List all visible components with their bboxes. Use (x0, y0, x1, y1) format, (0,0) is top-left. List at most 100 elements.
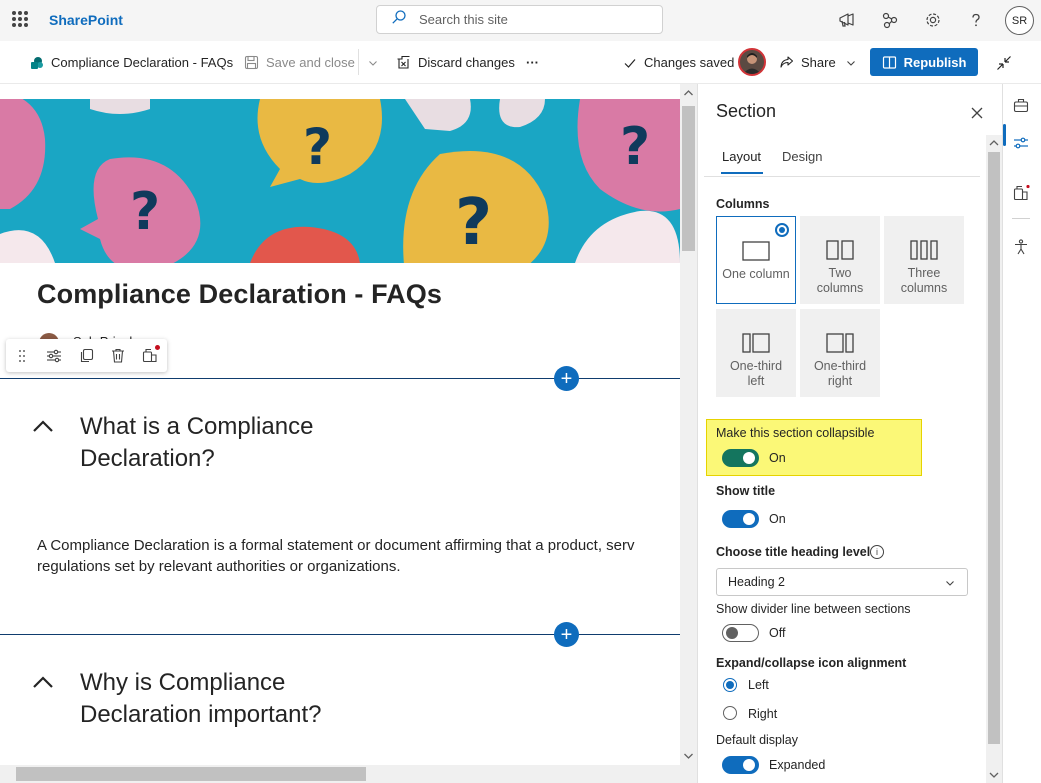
help-icon[interactable] (966, 10, 986, 30)
section-title-line: Declaration important? (80, 701, 322, 728)
tab-layout[interactable]: Layout (722, 149, 761, 164)
one-third-left-icon (742, 333, 770, 353)
active-rail-indicator (1003, 124, 1006, 146)
layout-option-two-columns[interactable]: Two columns (800, 216, 880, 304)
collapse-chevron-icon[interactable] (32, 419, 54, 433)
page-canvas: ? ? ? ? Compliance Declaration - FAQs Sa… (0, 99, 680, 765)
save-and-close-button[interactable]: Save and close (244, 41, 355, 84)
body-line: regulations set by relevant authorities … (37, 558, 401, 575)
svg-text:?: ? (620, 117, 650, 177)
waffle-icon[interactable] (12, 11, 28, 27)
discard-changes-button[interactable]: Discard changes (396, 41, 515, 84)
info-icon[interactable]: i (870, 545, 884, 559)
section-title[interactable]: What is a Compliance Declaration? (80, 411, 380, 475)
section-body-text[interactable]: A Compliance Declaration is a formal sta… (37, 535, 677, 577)
alignment-left-radio[interactable] (723, 678, 737, 692)
properties-icon[interactable] (1012, 134, 1030, 152)
page-name-crumb: Compliance Declaration - FAQs (30, 41, 233, 84)
section-design-icon[interactable] (134, 339, 166, 372)
close-icon[interactable] (968, 104, 986, 122)
save-status-label: Changes saved (644, 55, 735, 70)
megaphone-icon[interactable] (837, 10, 857, 30)
section-title-line: Why is Compliance (80, 669, 286, 696)
divider-label: Show divider line between sections (716, 602, 911, 616)
gear-icon[interactable] (923, 10, 943, 30)
alignment-right-radio[interactable] (723, 706, 737, 720)
option-label-line: Three (907, 266, 941, 280)
option-label-line: Two (828, 266, 852, 280)
duplicate-section-icon[interactable] (70, 339, 102, 372)
collapse-chevron-icon[interactable] (32, 675, 54, 689)
save-icon (244, 55, 259, 70)
layout-option-one-third-right[interactable]: One-third right (800, 309, 880, 397)
svg-text:?: ? (303, 118, 332, 176)
collapse-pane-icon[interactable] (996, 41, 1019, 84)
hero-image: ? ? ? ? (0, 99, 680, 263)
svg-text:?: ? (130, 182, 160, 242)
option-label-line: columns (900, 281, 948, 295)
show-title-toggle[interactable] (722, 510, 759, 528)
tab-design[interactable]: Design (782, 149, 822, 164)
divider-state: Off (769, 626, 786, 640)
columns-label: Columns (716, 197, 770, 211)
collapsible-toggle[interactable] (722, 449, 759, 467)
alignment-left-label[interactable]: Left (748, 678, 769, 692)
svg-text:?: ? (455, 186, 492, 260)
pane-scroll-thumb[interactable] (988, 152, 1000, 744)
search-box[interactable] (376, 5, 663, 34)
pane-divider (704, 176, 980, 177)
collapsible-state: On (769, 451, 786, 465)
two-columns-icon (826, 240, 854, 260)
divider-toggle[interactable] (722, 624, 759, 642)
toolbox-icon[interactable] (1012, 96, 1030, 114)
default-display-label: Default display (716, 733, 798, 747)
one-third-right-icon (826, 333, 854, 353)
save-status: Changes saved (623, 41, 734, 84)
alignment-right-label[interactable]: Right (748, 707, 777, 721)
default-display-toggle[interactable] (722, 756, 759, 774)
save-options-chevron-icon[interactable] (368, 41, 385, 84)
one-column-icon (742, 241, 770, 261)
delete-section-icon[interactable] (102, 339, 134, 372)
app-brand-link[interactable]: SharePoint (49, 12, 123, 28)
option-label: One column (722, 267, 790, 281)
more-options-button[interactable]: ··· (526, 41, 539, 84)
canvas-hscroll-thumb[interactable] (16, 767, 366, 781)
canvas-scroll-thumb[interactable] (682, 106, 695, 251)
share-icon (780, 56, 794, 68)
collapsible-label: Make this section collapsible (716, 426, 875, 440)
discard-changes-label: Discard changes (418, 55, 515, 70)
alignment-label: Expand/collapse icon alignment (716, 656, 907, 670)
default-display-state: Expanded (769, 758, 826, 772)
layout-option-three-columns[interactable]: Three columns (884, 216, 964, 304)
share-button[interactable]: Share (779, 41, 856, 84)
show-title-state: On (769, 512, 786, 526)
republish-label: Republish (903, 54, 967, 70)
republish-button[interactable]: Republish (870, 48, 978, 76)
share-network-icon[interactable] (880, 10, 900, 30)
chevron-down-icon (946, 581, 954, 586)
add-section-button[interactable]: + (554, 622, 579, 647)
show-title-label: Show title (716, 484, 776, 498)
search-input[interactable] (419, 12, 639, 27)
layout-option-one-column[interactable]: One column (716, 216, 796, 304)
editor-avatar[interactable] (738, 48, 766, 76)
command-divider (358, 49, 359, 75)
suite-bar: SharePoint SR (0, 0, 1041, 41)
discard-icon (397, 55, 410, 69)
user-avatar[interactable]: SR (1005, 6, 1034, 35)
page-design-icon[interactable] (1012, 184, 1030, 202)
selected-radio-icon (775, 223, 789, 237)
page-title[interactable]: Compliance Declaration - FAQs (37, 279, 442, 310)
heading-level-label: Choose title heading level (716, 545, 871, 559)
heading-level-dropdown[interactable]: Heading 2 (716, 568, 968, 596)
scroll-up-icon (989, 140, 999, 146)
layout-option-one-third-left[interactable]: One-third left (716, 309, 796, 397)
option-label-line: left (747, 374, 765, 388)
add-section-button[interactable]: + (554, 366, 579, 391)
scroll-up-icon (684, 90, 693, 96)
section-title[interactable]: Why is Compliance Declaration important? (80, 667, 380, 731)
edit-section-icon[interactable] (38, 339, 70, 372)
drag-handle-icon[interactable] (6, 339, 38, 372)
accessibility-icon[interactable] (1012, 238, 1030, 256)
